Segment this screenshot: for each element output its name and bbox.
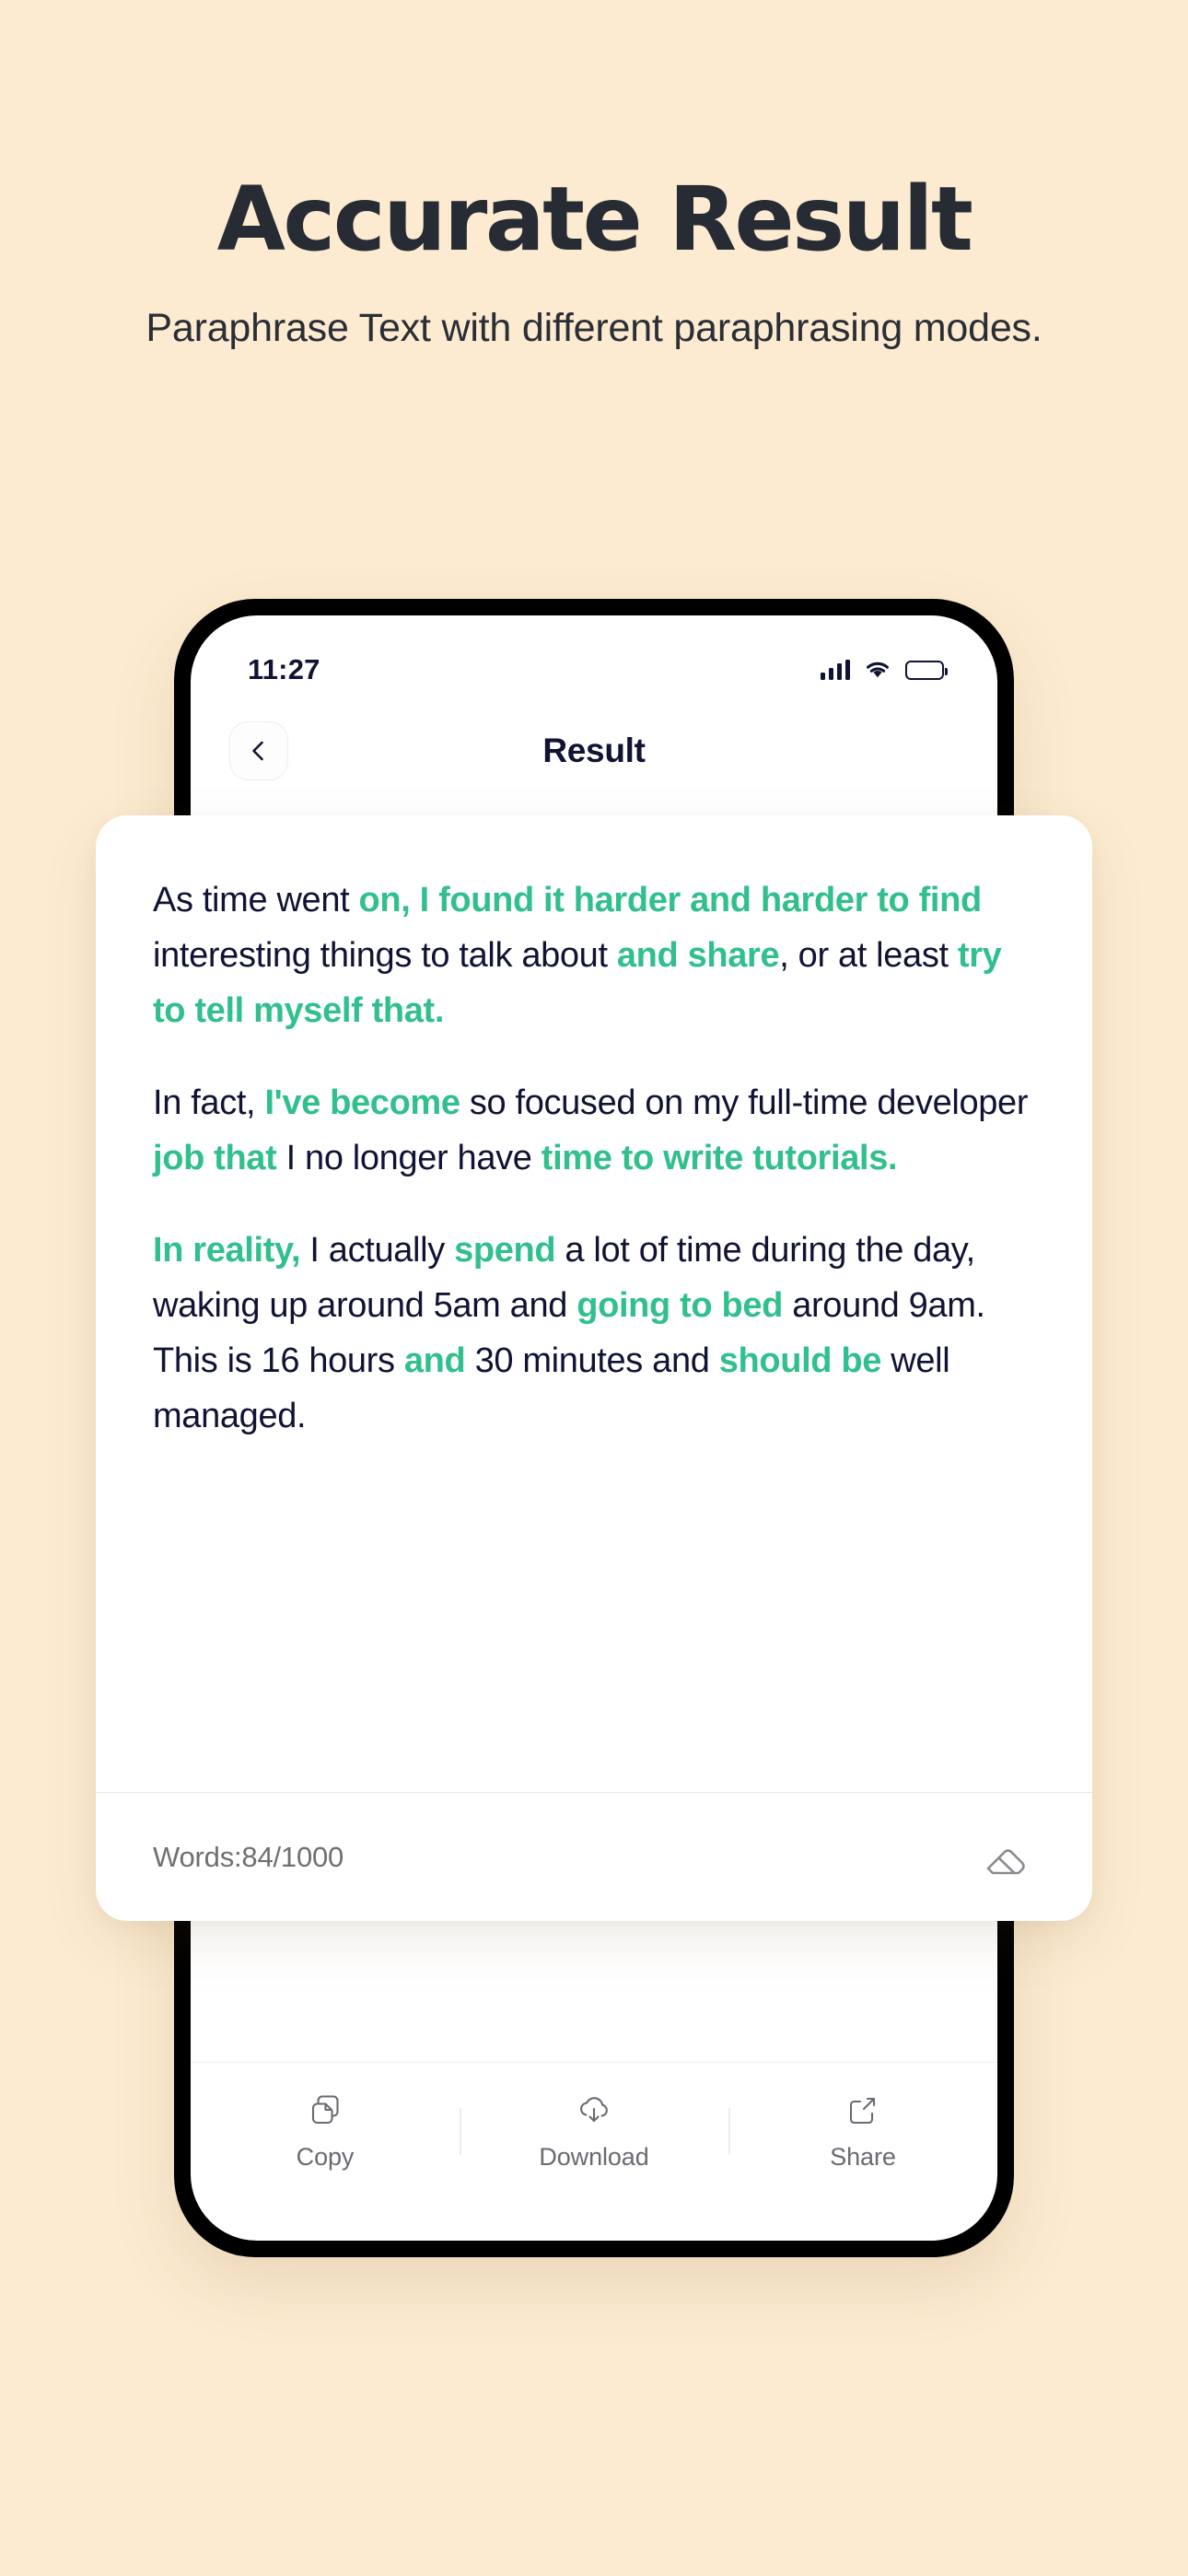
highlighted-text-run: on, I found it harder and harder to find	[358, 881, 983, 919]
share-icon	[844, 2091, 881, 2128]
result-paragraph: In fact, I've become so focused on my fu…	[153, 1075, 1035, 1186]
word-count-label: Words:84/1000	[153, 1840, 344, 1873]
cellular-signal-icon	[820, 660, 850, 680]
plain-text-run: around 9am.	[783, 1286, 985, 1326]
chevron-left-icon	[247, 739, 271, 763]
result-footer: Words:84/1000	[96, 1792, 1092, 1921]
plain-text-run: This is 16 hours	[153, 1341, 404, 1381]
plain-text-run: , or at least	[779, 936, 958, 976]
plain-text-run: As time went	[153, 881, 359, 919]
copy-button[interactable]: Copy	[191, 2091, 460, 2172]
download-button[interactable]: Download	[460, 2091, 728, 2172]
app-nav-bar: Result	[191, 700, 997, 802]
copy-label: Copy	[296, 2143, 355, 2171]
battery-full-icon	[905, 660, 948, 680]
eraser-icon	[981, 1832, 1032, 1883]
plain-text-run: I no longer have	[276, 1139, 542, 1178]
share-label: Share	[830, 2143, 896, 2171]
highlighted-text-run: and	[403, 1341, 466, 1381]
result-card: As time went on, I found it harder and h…	[96, 815, 1092, 1921]
status-bar: 11:27	[191, 615, 997, 700]
plain-text-run: In fact,	[153, 1083, 265, 1123]
result-text-area[interactable]: As time went on, I found it harder and h…	[96, 815, 1092, 1737]
copy-icon	[307, 2091, 344, 2128]
back-button[interactable]	[229, 721, 288, 780]
page-subtitle: Paraphrase Text with different paraphras…	[146, 306, 1042, 350]
share-button[interactable]: Share	[728, 2091, 997, 2172]
clear-text-button[interactable]	[978, 1829, 1035, 1886]
status-time: 11:27	[248, 653, 320, 685]
appbar-title: Result	[542, 732, 646, 769]
highlighted-text-run: going to bed	[577, 1286, 783, 1326]
plain-text-run: so focused on my full-time developer	[460, 1083, 1029, 1123]
result-paragraph: In reality, I actually spend a lot of ti…	[153, 1223, 1035, 1444]
promo-header: Accurate Result Paraphrase Text with dif…	[0, 0, 1188, 355]
highlighted-text-run: should be	[718, 1341, 882, 1381]
wifi-icon	[864, 660, 891, 680]
plain-text-run: interesting things to talk about	[153, 936, 617, 976]
highlighted-text-run: and share	[616, 936, 780, 976]
highlighted-text-run: time to write tutorials.	[541, 1139, 898, 1178]
page-title: Accurate Result	[216, 168, 973, 271]
highlighted-text-run: spend	[454, 1231, 556, 1270]
cloud-download-icon	[576, 2091, 612, 2128]
plain-text-run: I actually	[300, 1231, 455, 1270]
status-icons	[820, 660, 948, 680]
highlighted-text-run: I've become	[264, 1083, 460, 1123]
plain-text-run: 30 minutes and	[465, 1341, 719, 1381]
action-bar: Copy Download Share	[191, 2062, 997, 2200]
result-paragraph: As time went on, I found it harder and h…	[153, 872, 1035, 1038]
download-label: Download	[539, 2143, 649, 2171]
highlighted-text-run: In reality,	[153, 1231, 301, 1270]
highlighted-text-run: job that	[153, 1139, 277, 1178]
